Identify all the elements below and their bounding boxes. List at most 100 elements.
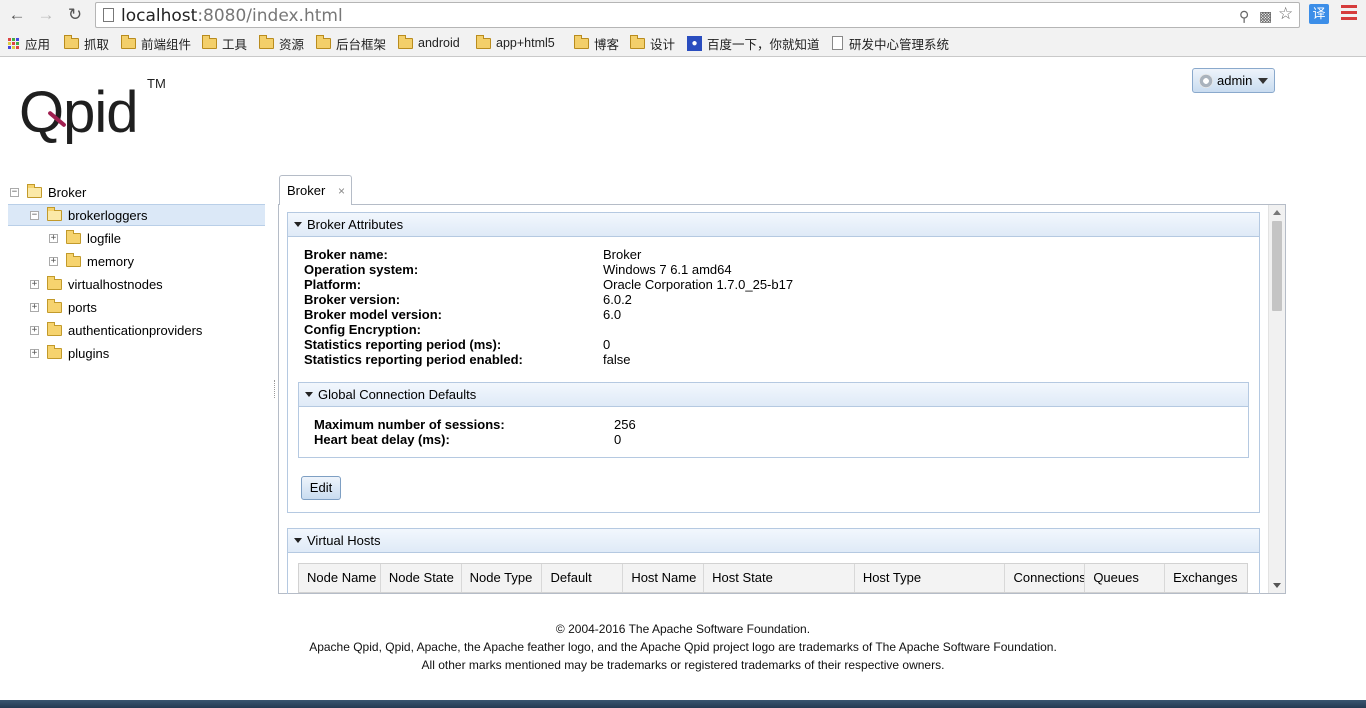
tree-node-memory[interactable]: + memory xyxy=(49,250,134,272)
bookmark-folder[interactable]: 工具 xyxy=(202,34,247,52)
column-header[interactable]: Node State xyxy=(381,564,462,592)
column-header[interactable]: Node Type xyxy=(462,564,543,592)
column-header[interactable]: Host State xyxy=(704,564,855,592)
attr-label: Heart beat delay (ms): xyxy=(314,432,450,447)
attr-value: Oracle Corporation 1.7.0_25-b17 xyxy=(603,277,794,292)
folder-icon xyxy=(47,344,62,359)
bookmark-apps[interactable]: 应用 xyxy=(8,34,50,52)
folder-open-icon xyxy=(47,206,62,221)
bookmark-folder[interactable]: 设计 xyxy=(630,34,675,52)
attr-label: Statistics reporting period (ms): xyxy=(304,337,502,352)
column-header[interactable]: Host Type xyxy=(855,564,1006,592)
footer-trademarks: Apache Qpid, Qpid, Apache, the Apache fe… xyxy=(309,640,1057,654)
attr-value: 6.0 xyxy=(603,307,622,322)
tree-node-virtualhostnodes[interactable]: + virtualhostnodes xyxy=(30,273,163,295)
star-icon[interactable]: ☆ xyxy=(1278,4,1293,24)
bookmark-folder[interactable]: 后台框架 xyxy=(316,34,386,52)
vertical-scrollbar[interactable] xyxy=(1268,205,1285,593)
attr-value: 6.0.2 xyxy=(603,292,632,307)
browser-menu-icon[interactable] xyxy=(1341,5,1357,23)
folder-icon xyxy=(66,229,81,244)
splitter-handle[interactable] xyxy=(274,380,276,398)
collapse-icon[interactable]: − xyxy=(30,210,39,220)
bookmark-folder[interactable]: app+html5 xyxy=(476,34,555,52)
footer-copyright: © 2004-2016 The Apache Software Foundati… xyxy=(555,622,811,636)
scrollbar-thumb[interactable] xyxy=(1272,221,1282,311)
attr-value: 256 xyxy=(614,417,636,432)
collapse-arrow-icon xyxy=(294,538,302,543)
attr-label: Statistics reporting period enabled: xyxy=(304,352,523,367)
folder-icon xyxy=(121,34,136,49)
collapse-arrow-icon xyxy=(294,222,302,227)
collapse-icon[interactable]: − xyxy=(10,187,19,197)
expand-icon[interactable]: + xyxy=(49,233,58,243)
attr-label: Broker name: xyxy=(304,247,388,262)
edit-button[interactable]: Edit xyxy=(301,476,341,500)
bookmark-folder[interactable]: 抓取 xyxy=(64,34,109,52)
bookmark-baidu[interactable]: ● 百度一下，你就知道 xyxy=(687,34,820,52)
tree-node-broker[interactable]: − Broker xyxy=(10,181,86,203)
attr-label: Maximum number of sessions: xyxy=(314,417,505,432)
scroll-up-icon[interactable] xyxy=(1273,210,1281,215)
bookmarks-bar: 应用 抓取 前端组件 工具 资源 后台框架 android app+html5 … xyxy=(0,31,1366,53)
key-icon[interactable]: ⚲ xyxy=(1239,8,1249,25)
tree-node-ports[interactable]: + ports xyxy=(30,296,97,318)
attr-value: 0 xyxy=(603,337,611,352)
folder-icon xyxy=(66,252,81,267)
bookmark-folder[interactable]: 博客 xyxy=(574,34,619,52)
tree-node-plugins[interactable]: + plugins xyxy=(30,342,109,364)
chevron-down-icon xyxy=(1258,77,1269,84)
column-header[interactable]: Node Name xyxy=(299,564,381,592)
attr-value: Broker xyxy=(603,247,642,262)
tree-node-brokerloggers[interactable]: − brokerloggers xyxy=(8,204,265,226)
virtual-hosts-header[interactable]: Virtual Hosts xyxy=(288,529,1259,553)
broker-attributes-header[interactable]: Broker Attributes xyxy=(288,213,1259,237)
tab-broker[interactable]: Broker × xyxy=(279,175,352,205)
forward-arrow-icon[interactable]: → xyxy=(35,4,57,26)
translate-icon[interactable]: ▩ xyxy=(1259,8,1272,25)
bookmark-folder[interactable]: android xyxy=(398,34,460,52)
bookmark-folder[interactable]: 资源 xyxy=(259,34,304,52)
address-bar[interactable]: localhost:8080/index.html ⚲ ▩ ☆ xyxy=(95,2,1300,28)
column-header[interactable]: Host Name xyxy=(623,564,705,592)
column-header[interactable]: Exchanges xyxy=(1165,564,1247,592)
tree-node-logfile[interactable]: + logfile xyxy=(49,227,121,249)
reload-icon[interactable]: ↻ xyxy=(64,4,86,26)
bookmark-folder[interactable]: 前端组件 xyxy=(121,34,191,52)
attr-label: Config Encryption: xyxy=(304,322,421,337)
expand-icon[interactable]: + xyxy=(30,279,39,289)
baidu-paw-icon: ● xyxy=(687,35,702,51)
qpid-logo: Qpid TM xyxy=(19,76,166,145)
footer-other-marks: All other marks mentioned may be tradema… xyxy=(421,658,945,672)
folder-open-icon xyxy=(27,183,42,198)
folder-icon xyxy=(259,34,274,49)
column-header[interactable]: Queues xyxy=(1085,564,1166,592)
expand-icon[interactable]: + xyxy=(30,348,39,358)
folder-icon xyxy=(47,321,62,336)
bookmark-page[interactable]: 研发中心管理系统 xyxy=(832,34,949,52)
os-taskbar xyxy=(0,700,1366,708)
virtual-hosts-grid-header: Node Name Node State Node Type Default H… xyxy=(298,563,1248,593)
scroll-down-icon[interactable] xyxy=(1273,583,1281,588)
folder-icon xyxy=(64,34,79,49)
url-text: localhost:8080/index.html xyxy=(121,6,343,26)
column-header[interactable]: Connections xyxy=(1005,564,1086,592)
attr-label: Operation system: xyxy=(304,262,419,277)
attr-label: Broker version: xyxy=(304,292,401,307)
back-arrow-icon[interactable]: ← xyxy=(6,4,28,26)
page-icon xyxy=(103,8,114,22)
expand-icon[interactable]: + xyxy=(30,325,39,335)
expand-icon[interactable]: + xyxy=(49,256,58,266)
attr-value: false xyxy=(603,352,631,367)
user-menu-button[interactable]: admin xyxy=(1192,68,1275,93)
folder-icon xyxy=(47,298,62,313)
folder-icon xyxy=(398,34,413,49)
close-icon[interactable]: × xyxy=(338,184,345,198)
expand-icon[interactable]: + xyxy=(30,302,39,312)
attr-label: Platform: xyxy=(304,277,362,292)
translate-extension-button[interactable]: 译 xyxy=(1309,4,1329,24)
column-header[interactable]: Default xyxy=(542,564,624,592)
global-connection-defaults-header[interactable]: Global Connection Defaults xyxy=(299,383,1248,407)
tree-node-authenticationproviders[interactable]: + authenticationproviders xyxy=(30,319,202,341)
page-icon xyxy=(832,36,843,50)
